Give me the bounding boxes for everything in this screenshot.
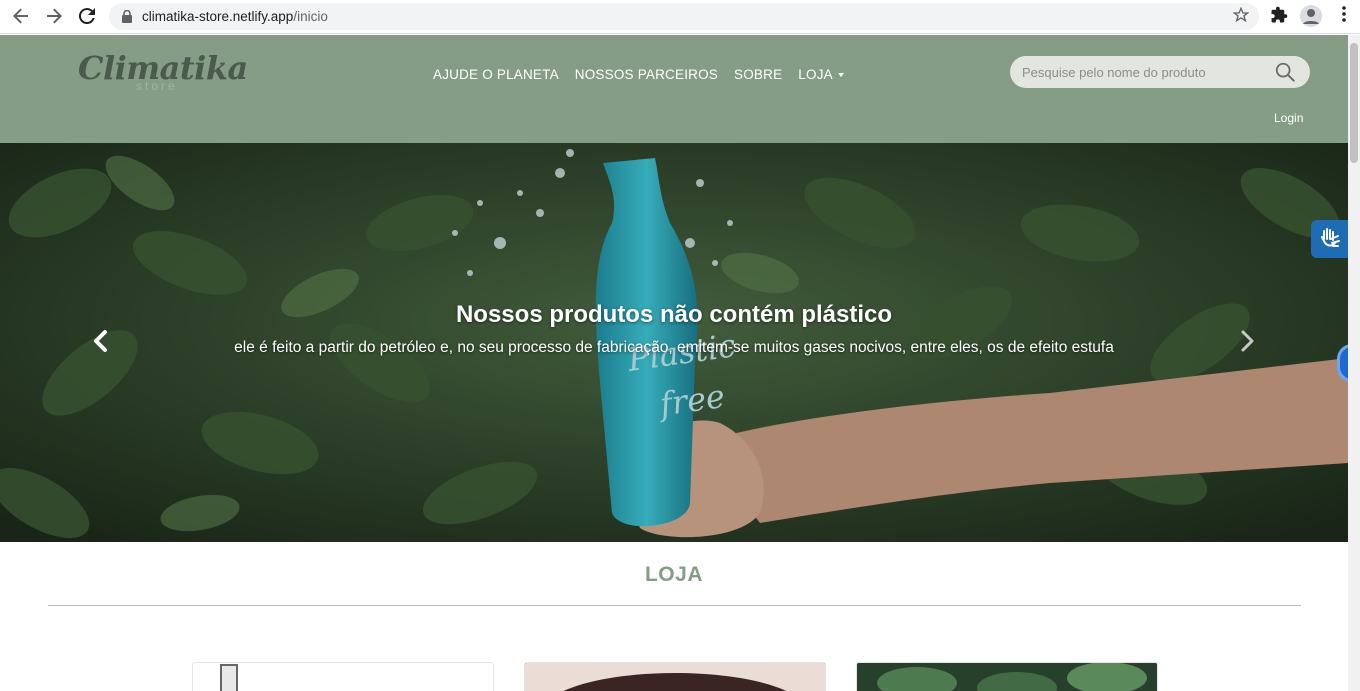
- nav-loja-label: LOJA: [798, 67, 833, 82]
- product-image: [525, 663, 825, 691]
- kebab-menu-icon[interactable]: [1336, 6, 1352, 26]
- arrow-right-icon: [47, 8, 62, 24]
- scrollbar-thumb[interactable]: [1350, 43, 1358, 163]
- product-card[interactable]: [524, 662, 826, 691]
- section-divider: [48, 605, 1301, 606]
- reload-button[interactable]: [75, 4, 99, 28]
- chevron-right-icon: [1241, 330, 1254, 352]
- search-input[interactable]: [1022, 62, 1262, 82]
- back-button[interactable]: [9, 4, 33, 28]
- nav-ajude-o-planeta[interactable]: AJUDE O PLANETA: [433, 67, 559, 82]
- nav-nossos-parceiros[interactable]: NOSSOS PARCEIROS: [575, 67, 718, 82]
- carousel-prev-button[interactable]: [90, 329, 114, 355]
- url-path: /inicio: [293, 9, 328, 24]
- login-link[interactable]: Login: [1274, 111, 1303, 125]
- browser-toolbar: climatika-store.netlify.app/inicio: [0, 0, 1360, 34]
- profile-icon[interactable]: [1300, 5, 1322, 27]
- logo-subtitle: store: [136, 79, 178, 93]
- main-nav: AJUDE O PLANETA NOSSOS PARCEIROS SOBRE L…: [433, 67, 860, 82]
- url-host: climatika-store.netlify.app: [142, 9, 294, 24]
- nav-sobre[interactable]: SOBRE: [734, 67, 782, 82]
- chevron-left-icon: [94, 330, 107, 352]
- site-header: Climatika store AJUDE O PLANETA NOSSOS P…: [0, 35, 1348, 143]
- reload-icon: [79, 8, 95, 24]
- logo[interactable]: Climatika store: [78, 49, 248, 95]
- search-icon[interactable]: [1274, 61, 1296, 83]
- arrow-left-icon: [13, 8, 28, 24]
- product-card[interactable]: [856, 662, 1158, 691]
- puzzle-icon[interactable]: [1270, 6, 1290, 26]
- product-card[interactable]: [192, 662, 494, 691]
- product-image: [220, 664, 238, 691]
- forward-button[interactable]: [42, 4, 66, 28]
- star-icon[interactable]: [1232, 6, 1250, 28]
- product-image: [857, 663, 1157, 691]
- caret-down-icon: [837, 73, 844, 78]
- vlibras-widget-button[interactable]: [1311, 220, 1349, 258]
- hero-title: Nossos produtos não contém plástico: [455, 301, 893, 328]
- nav-loja-dropdown[interactable]: LOJA: [798, 67, 844, 82]
- search-box: [1010, 56, 1310, 88]
- lock-icon: [121, 10, 133, 24]
- hero-subtitle: ele é feito a partir do petróleo e, no s…: [234, 339, 1114, 356]
- page-scrollbar[interactable]: [1348, 35, 1360, 691]
- url-text: climatika-store.netlify.app/inicio: [142, 9, 328, 24]
- sign-language-hands-icon: [1321, 228, 1340, 247]
- hero-carousel: Plastic free Nossos produtos não contém …: [0, 143, 1348, 542]
- address-bar[interactable]: climatika-store.netlify.app/inicio: [109, 3, 1259, 30]
- carousel-next-button[interactable]: [1236, 329, 1260, 355]
- store-section-title: LOJA: [644, 563, 703, 586]
